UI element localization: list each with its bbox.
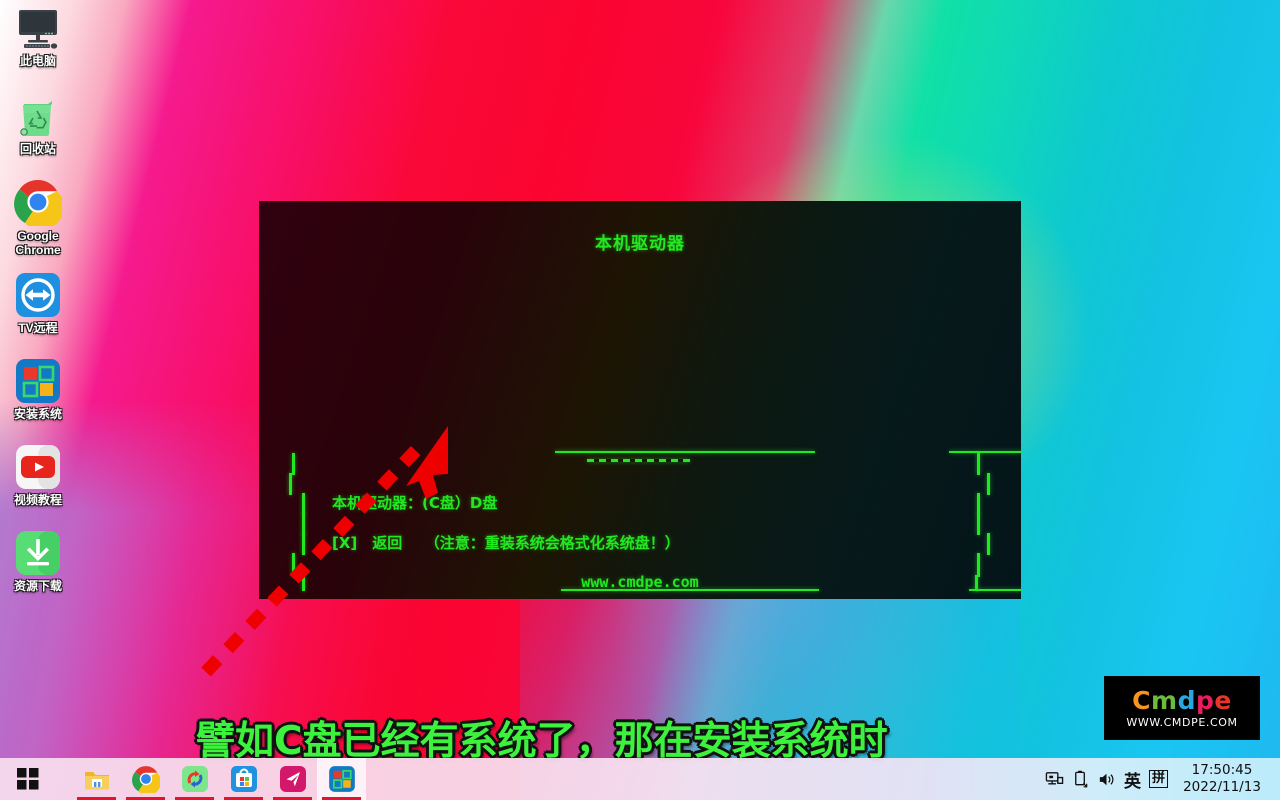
desktop-icon-column: 此电脑 回收站 Google Chrome TV远程 安装系统 视频教程 资源下… — [0, 0, 76, 593]
desktop-icon-install-system[interactable]: 安装系统 — [0, 357, 76, 421]
system-tray: 英 拼 17:50:45 2022/11/13 — [1042, 758, 1280, 800]
taskbar-task-list — [56, 758, 366, 800]
dialog-top-border-right — [949, 451, 1021, 453]
logo-letter-c: C — [1132, 685, 1151, 715]
cmdpe-logo-wordmark: Cmdpe — [1132, 685, 1232, 715]
folder-icon — [83, 765, 111, 793]
youtube-icon — [14, 443, 62, 491]
sync-arrows-icon — [181, 765, 209, 793]
desktop-icon-label: 此电脑 — [19, 54, 56, 68]
logo-letter-p: p — [1195, 685, 1215, 715]
desktop-icon-label: 回收站 — [19, 142, 56, 156]
store-bag-icon — [230, 765, 258, 793]
desktop-icon-tv-remote[interactable]: TV远程 — [0, 271, 76, 335]
network-monitor-icon[interactable] — [1042, 758, 1068, 800]
clock-time: 17:50:45 — [1191, 762, 1253, 778]
chrome-icon — [14, 178, 64, 230]
console-content: 本机驱动器 本机驱动器：(C盘）D盘 [X] 返回 （注意：重装系统会格式化系统… — [259, 201, 1021, 599]
recycle-bin-icon — [14, 92, 62, 140]
dialog-left-border — [302, 533, 305, 555]
dialog-right-border — [977, 453, 980, 475]
logo-letter-m: m — [1151, 685, 1178, 715]
taskbar-item-file-explorer[interactable] — [72, 758, 121, 800]
dialog-right-border — [987, 473, 990, 495]
install-system-icon — [328, 765, 356, 793]
dialog-left-border — [302, 493, 305, 515]
desktop-icon-label: TV远程 — [18, 321, 58, 335]
local-drives-line: 本机驱动器：(C盘）D盘 — [332, 494, 498, 512]
taskbar-item-google-chrome[interactable] — [121, 758, 170, 800]
install-system-icon — [14, 357, 62, 405]
ime-mode-indicator[interactable]: 拼 — [1148, 770, 1168, 788]
cmdpe-logo: Cmdpe WWW.CMDPE.COM — [1104, 676, 1260, 740]
usb-eject-icon[interactable] — [1068, 758, 1094, 800]
console-window[interactable]: 本机驱动器 本机驱动器：(C盘）D盘 [X] 返回 （注意：重装系统会格式化系统… — [259, 201, 1021, 599]
desktop-icon-video-tutorial[interactable]: 视频教程 — [0, 443, 76, 507]
chrome-icon — [131, 765, 161, 796]
desktop-icon-label: 资源下载 — [13, 579, 62, 593]
taskbar-item-telegram[interactable] — [268, 758, 317, 800]
notification-area-edge[interactable] — [1270, 758, 1278, 800]
desktop[interactable]: 此电脑 回收站 Google Chrome TV远程 安装系统 视频教程 资源下… — [0, 0, 1280, 800]
desktop-icon-resource-download[interactable]: 资源下载 — [0, 529, 76, 593]
teamviewer-icon — [14, 271, 62, 319]
dialog-top-border-left — [555, 451, 815, 453]
clock-date: 2022/11/13 — [1183, 779, 1261, 795]
dialog-left-border — [302, 513, 305, 535]
download-icon — [14, 529, 62, 577]
footer-url: www.cmdpe.com — [581, 573, 699, 591]
windows-start-icon — [17, 768, 39, 790]
title-underline — [587, 459, 690, 462]
dialog-right-border — [977, 513, 980, 535]
desktop-icon-label: 视频教程 — [13, 493, 62, 507]
dialog-left-border — [292, 453, 295, 475]
desktop-icon-label: Google Chrome — [15, 229, 61, 257]
desktop-icon-this-pc[interactable]: 此电脑 — [0, 4, 76, 68]
taskbar-item-sync-tool[interactable] — [170, 758, 219, 800]
cmdpe-logo-url: WWW.CMDPE.COM — [1126, 715, 1238, 729]
computer-icon — [14, 4, 62, 52]
logo-letter-d: d — [1177, 685, 1196, 715]
desktop-icon-recycle-bin[interactable]: 回收站 — [0, 92, 76, 156]
back-option-line: [X] 返回 （注意：重装系统会格式化系统盘！） — [332, 534, 680, 552]
dialog-title: 本机驱动器 — [595, 234, 685, 254]
taskbar-item-microsoft-store[interactable] — [219, 758, 268, 800]
ime-language-indicator[interactable]: 英 — [1120, 767, 1145, 792]
dialog-left-border — [289, 473, 292, 495]
dialog-right-border — [977, 493, 980, 515]
clock[interactable]: 17:50:45 2022/11/13 — [1174, 758, 1270, 800]
taskbar-item-install-system[interactable] — [317, 758, 366, 800]
dialog-right-border — [987, 533, 990, 555]
taskbar[interactable]: 英 拼 17:50:45 2022/11/13 — [0, 758, 1280, 800]
volume-icon[interactable] — [1094, 758, 1120, 800]
logo-letter-e: e — [1214, 685, 1232, 715]
paper-plane-icon — [279, 765, 307, 793]
desktop-icon-label: 安装系统 — [13, 407, 62, 421]
desktop-icon-google-chrome[interactable]: Google Chrome — [0, 178, 76, 257]
start-button[interactable] — [0, 758, 56, 800]
